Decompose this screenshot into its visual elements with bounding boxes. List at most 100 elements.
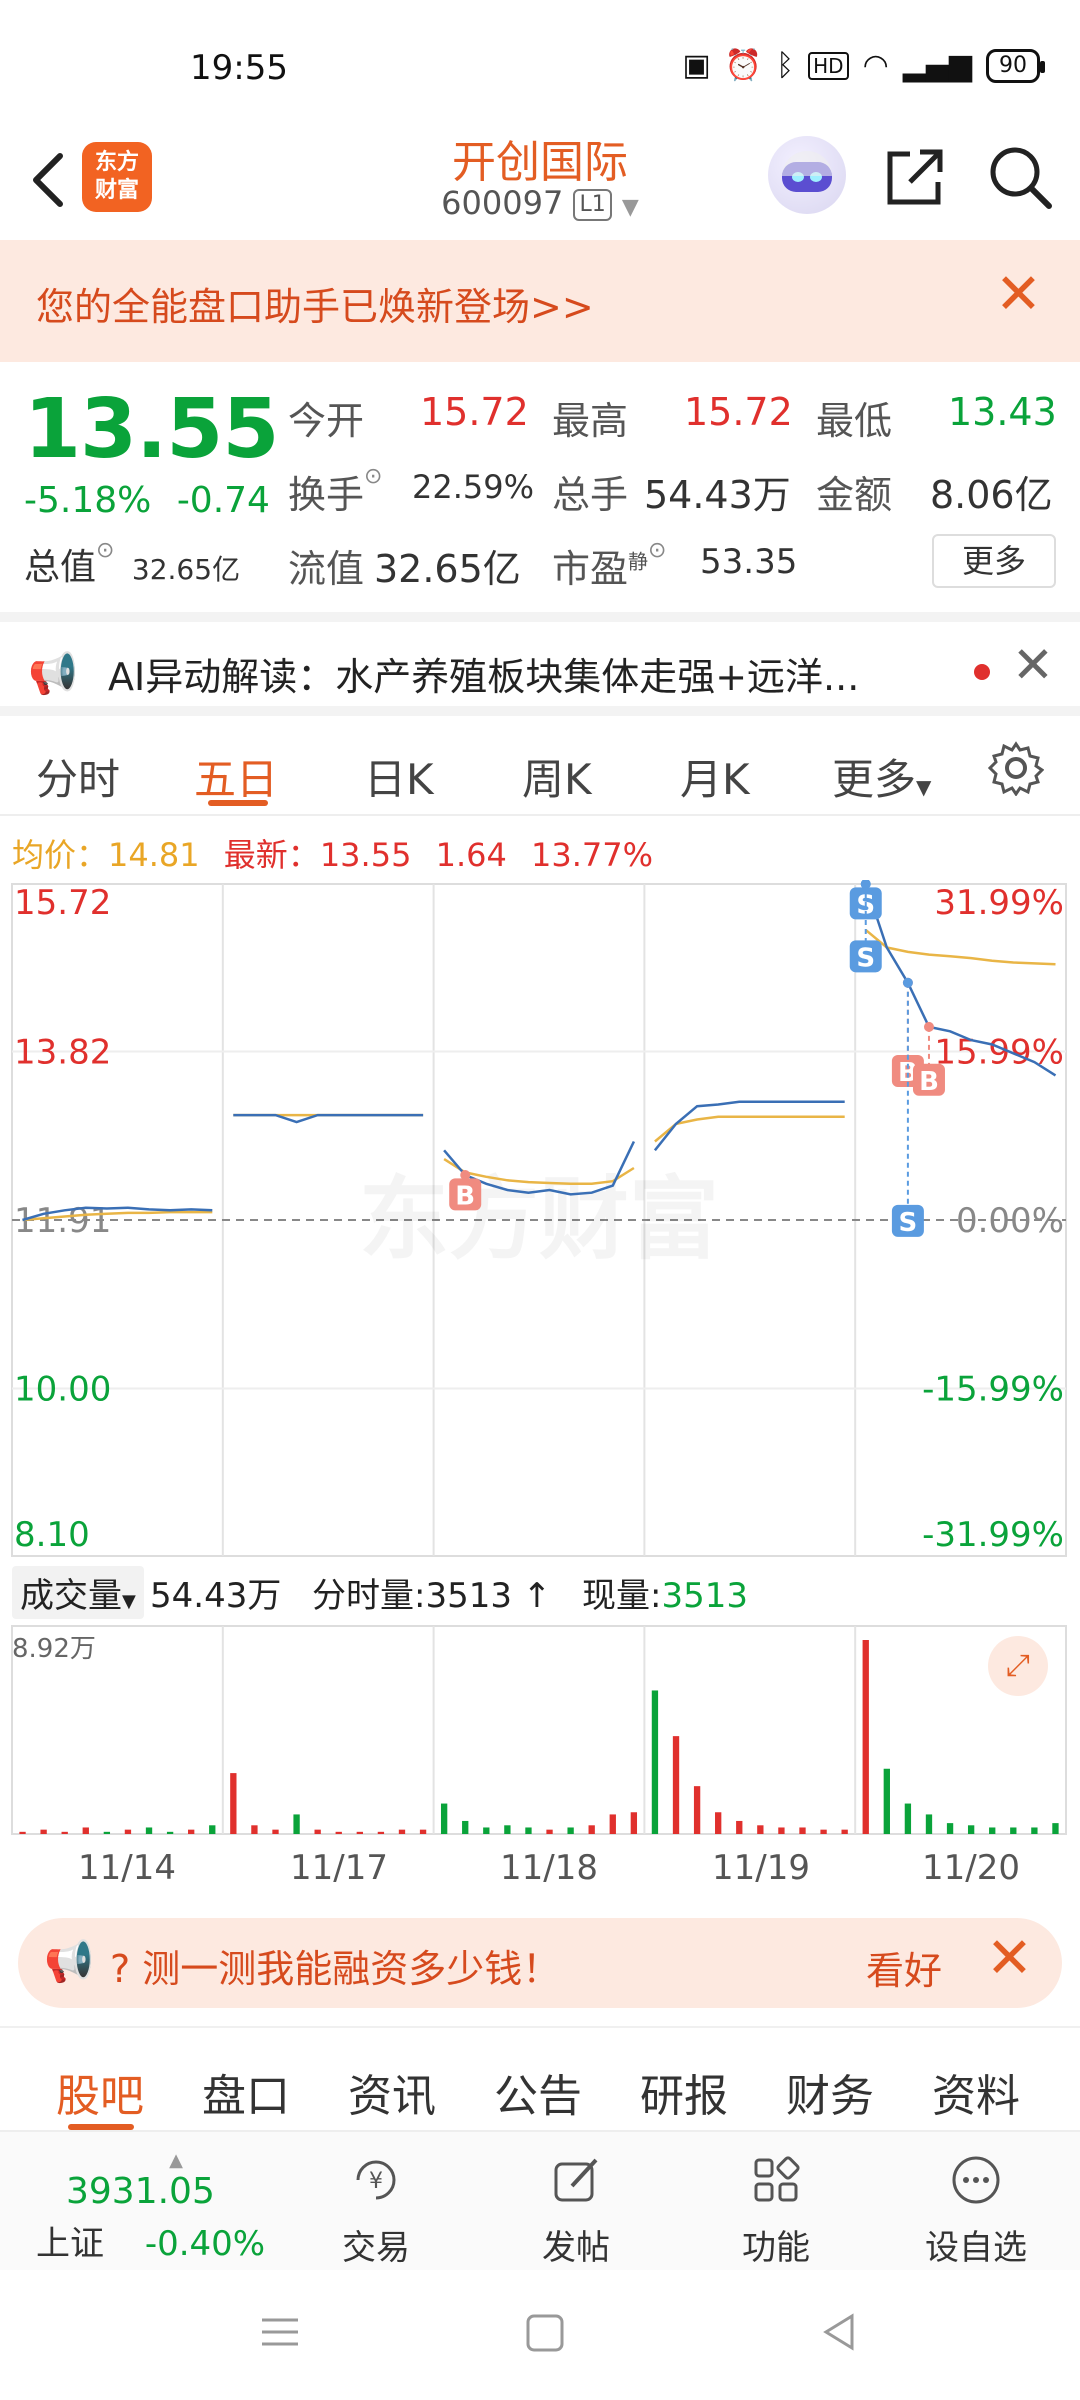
wifi-icon: ◠ (862, 48, 889, 83)
expand-icon[interactable]: ⤢ (988, 1636, 1048, 1696)
banner-close-icon[interactable]: ✕ (995, 262, 1042, 327)
info-icon[interactable]: ⊙ (364, 464, 382, 489)
alarm-icon: ⏰ (724, 48, 763, 83)
high-label: 最高 (552, 399, 629, 443)
promo-banner[interactable]: 您的全能盘口助手已焕新登场>> ✕ (0, 240, 1080, 362)
date-tick: 11/20 (922, 1848, 1020, 1888)
tab-research[interactable]: 研报 (640, 2060, 728, 2124)
add-watchlist-button[interactable]: 设自选 (896, 2152, 1056, 2269)
turnover-label-text: 换手 (288, 473, 365, 517)
trade-label: 交易 (342, 2228, 410, 2268)
trade-button[interactable]: ¥ 交易 (296, 2152, 456, 2269)
tab-finance[interactable]: 财务 (786, 2060, 874, 2124)
volume-bar (272, 1829, 279, 1834)
unread-dot (974, 664, 990, 680)
minute-volume-value: 3513 (425, 1576, 512, 1616)
tab-profile[interactable]: 资料 (932, 2060, 1020, 2124)
price-change: -5.18% -0.74 (24, 480, 270, 521)
now-volume: 现量:3513 (582, 1568, 748, 1617)
search-button[interactable] (985, 142, 1055, 212)
share-button[interactable] (880, 142, 950, 212)
latest-extra-1: 1.64 (435, 836, 507, 874)
ai-close-icon[interactable]: ✕ (1012, 636, 1054, 694)
gear-icon (987, 741, 1045, 797)
bluetooth-icon: ᛒ (776, 48, 795, 83)
volume-frame (11, 1625, 1067, 1835)
info-icon[interactable]: ⊙ (96, 538, 114, 563)
index-widget[interactable]: ▲ 3931.05 上证 -0.40% (36, 2150, 276, 2265)
volume-bar (651, 1690, 659, 1834)
promo-see[interactable]: 看好 (866, 1940, 942, 1995)
volume-bar (166, 1831, 174, 1834)
volume-bar (693, 1786, 701, 1834)
ai-insight-row[interactable]: 📢 AI异动解读：水产养殖板块集体走强+远洋... ✕ (0, 612, 1080, 716)
tab-pankou[interactable]: 盘口 (202, 2060, 290, 2124)
price-chart[interactable]: 15.72 31.99% 13.82 15.99% 11.91 0.00% 10.00 -15… (0, 879, 1080, 1560)
tab-five-day[interactable]: 五日 (194, 746, 278, 807)
tab-guba[interactable]: 股吧 (56, 2060, 144, 2124)
volume-bar (335, 1831, 342, 1834)
volume-bar (925, 1814, 933, 1834)
volume-selector[interactable]: 成交量▼ (12, 1566, 144, 1619)
date-tick: 11/14 (78, 1848, 176, 1888)
latest-value: 13.55 (319, 836, 412, 874)
volume-bar (82, 1827, 89, 1834)
volume-bar (862, 1640, 869, 1834)
tab-monthly-k[interactable]: 月K (680, 746, 750, 807)
quote-panel: 13.55 -5.18% -0.74 总值⊙ 32.65亿 今开 15.72 最… (0, 362, 1080, 612)
promo-close-icon[interactable]: ✕ (986, 1926, 1033, 1991)
volume-max-label: 8.92万 (12, 1634, 96, 1664)
svg-text:¥: ¥ (369, 2169, 383, 2194)
ai-robot-avatar[interactable] (768, 136, 846, 214)
caret-down-icon: ▼ (122, 1591, 136, 1612)
tab-announcements[interactable]: 公告 (494, 2060, 582, 2124)
post-button[interactable]: 发帖 (496, 2152, 656, 2269)
grid-icon (754, 2156, 800, 2202)
volume-total: 54.43万 (150, 1576, 282, 1616)
volume-chart[interactable]: 8.92万 ⤢ (0, 1620, 1080, 1840)
financing-promo[interactable]: 📢 ? 测一测我能融资多少钱！ 看好 ✕ (18, 1918, 1062, 2008)
series-line (653, 1100, 845, 1152)
back-nav-icon[interactable] (823, 2313, 854, 2351)
market-cap-value: 32.65亿 (131, 553, 241, 586)
marker-label: B (455, 1181, 475, 1211)
bottom-bar: ▲ 3931.05 上证 -0.40% ¥ 交易 发帖 功能 设自选 (0, 2130, 1080, 2270)
minute-volume: 分时量:3513 ↑ (312, 1568, 551, 1617)
volume-bar (419, 1829, 427, 1834)
promo-text: ? 测一测我能融资多少钱！ (110, 1947, 561, 1991)
home-icon[interactable] (526, 2314, 564, 2352)
volume-bar (715, 1812, 722, 1834)
volume-bar (989, 1827, 996, 1834)
info-icon[interactable]: ⊙ (648, 538, 666, 563)
tab-underline (208, 800, 268, 806)
volume-bar (904, 1803, 912, 1834)
current-price: 13.55 (24, 382, 279, 477)
chart-settings-button[interactable] (987, 740, 1045, 797)
tab-news[interactable]: 资讯 (348, 2060, 436, 2124)
more-button[interactable]: 更多 (932, 534, 1056, 588)
tab-more[interactable]: 更多▼ (832, 746, 931, 807)
y-tick-right: 15.99% (934, 1033, 1064, 1073)
tab-daily-k[interactable]: 日K (364, 746, 434, 807)
tab-intraday[interactable]: 分时 (36, 746, 120, 807)
volume-bar (314, 1829, 321, 1834)
tab-weekly-k[interactable]: 周K (522, 746, 592, 807)
trade-icon: ¥ (356, 2160, 396, 2200)
change-percent: -5.18% (24, 480, 152, 521)
index-change: -0.40% (144, 2224, 266, 2264)
menu-icon[interactable] (262, 2318, 298, 2346)
functions-button[interactable]: 功能 (696, 2152, 856, 2269)
signal-icon: ▂▄▆ (902, 48, 972, 83)
volume-bar (799, 1827, 806, 1834)
tab-more-label: 更多 (832, 755, 917, 804)
stock-code: 600097 (441, 184, 564, 222)
index-name: 上证 (36, 2224, 104, 2264)
volume-bar (40, 1829, 47, 1834)
volume-bar (251, 1825, 258, 1834)
market-cap-label: 总值 (24, 547, 97, 588)
volume-bar (525, 1827, 532, 1834)
robot-icon (782, 151, 832, 192)
volume-bar (588, 1825, 595, 1834)
pe-label: 市盈静⊙ (552, 538, 666, 593)
system-nav-bar (0, 2270, 1080, 2400)
